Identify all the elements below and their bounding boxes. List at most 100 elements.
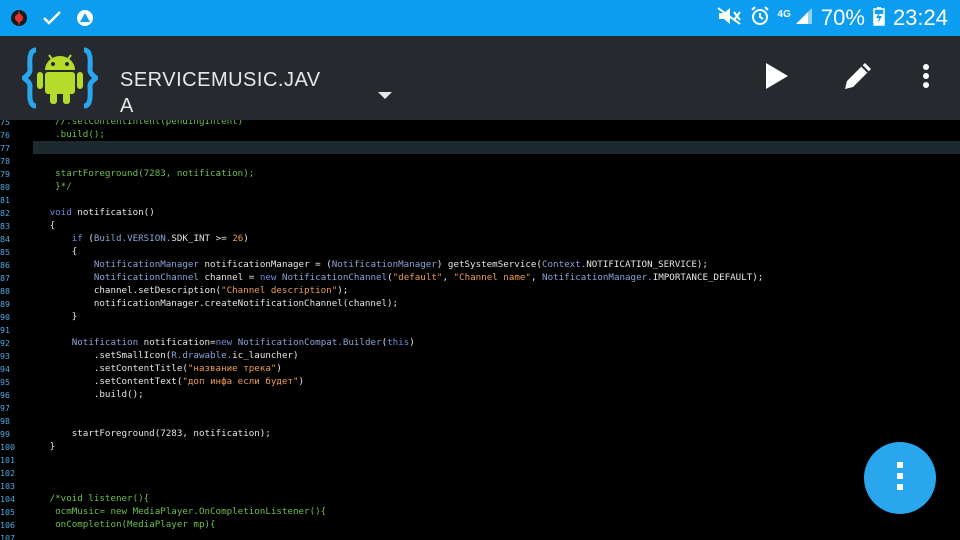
line-number: 97 [0, 403, 10, 413]
alarm-icon [750, 6, 770, 30]
drive-icon [76, 9, 94, 31]
line-number: 78 [0, 156, 10, 166]
line-number: 103 [0, 481, 15, 491]
code-line: NotificationManager notificationManager … [33, 259, 708, 270]
code-token: } [33, 441, 56, 452]
code-token: NotificationCompat.Builder [237, 337, 382, 348]
more-vert-icon [922, 63, 930, 93]
code-token: //.setContentIntent(pendingIntent) [33, 120, 244, 127]
line-number: 84 [0, 234, 10, 244]
code-token: NotificationManager. [542, 272, 653, 283]
code-token: .setSmallIcon( [33, 350, 172, 361]
line-number: 107 [0, 533, 15, 540]
code-token: SDK_INT >= [171, 233, 233, 244]
code-token: Notification [71, 337, 139, 348]
code-line: if (Build.VERSION.SDK_INT >= 26) [33, 233, 249, 244]
check-icon [42, 9, 62, 31]
dropdown-arrow-icon[interactable] [376, 86, 394, 99]
run-icon [762, 61, 790, 95]
code-token: ) getSystemService( [436, 259, 542, 270]
code-line: Notification notification=new Notificati… [33, 337, 415, 348]
android-logo[interactable] [20, 46, 100, 110]
code-line: .build(); [33, 129, 105, 140]
code-line: /*void listener(){ [33, 493, 150, 504]
code-line: { [33, 220, 56, 231]
code-line: void notification() [33, 207, 155, 218]
app-toolbar: SERVICEMUSIC.JAVA [0, 36, 960, 120]
battery-percent: 70% [820, 5, 865, 30]
app-notification-icon [10, 9, 28, 31]
current-line-highlight [33, 141, 960, 154]
code-token: NOTIFICATION_SERVICE); [586, 259, 708, 270]
code-token: this [387, 337, 410, 348]
overflow-menu-button[interactable] [906, 58, 946, 98]
code-line: ocmMusic= new MediaPlayer.OnCompletionLi… [33, 506, 326, 517]
code-editor[interactable]: 75 //.setContentIntent(pendingIntent) 76 … [0, 120, 960, 540]
clock: 23:24 [892, 5, 948, 30]
code-token: channel.setDescription( [33, 285, 222, 296]
run-button[interactable] [756, 58, 796, 98]
code-token: "Channel description" [221, 285, 338, 296]
code-token: NotificationChannel [281, 272, 388, 283]
signal-icon [795, 7, 813, 29]
line-number: 101 [0, 455, 15, 465]
code-token: startForeground(7283, notification); [33, 428, 271, 439]
code-token: void [49, 207, 72, 218]
line-number: 87 [0, 273, 10, 283]
line-number: 102 [0, 468, 15, 478]
line-number: 75 [0, 120, 10, 127]
line-number: 98 [0, 416, 10, 426]
line-number: 89 [0, 299, 10, 309]
code-line: channel.setDescription("Channel descript… [33, 285, 348, 296]
line-number: 105 [0, 507, 15, 517]
status-bar: 4G 70% 23:24 [0, 0, 960, 36]
code-token: 26 [232, 233, 244, 244]
code-line: notificationManager.createNotificationCh… [33, 298, 398, 309]
file-title[interactable]: SERVICEMUSIC.JAVA [120, 67, 330, 119]
code-line: { [33, 246, 78, 257]
line-number: 80 [0, 182, 10, 192]
line-number: 92 [0, 338, 10, 348]
line-number: 99 [0, 429, 10, 439]
code-token: new [215, 337, 233, 348]
code-token: "название трека" [187, 363, 277, 374]
line-number: 96 [0, 390, 10, 400]
code-token: R.drawable. [171, 350, 233, 361]
line-number: 106 [0, 520, 15, 530]
line-number: 86 [0, 260, 10, 270]
code-token: ocmMusic= new MediaPlayer.OnCompletionLi… [33, 506, 327, 517]
mute-icon [716, 6, 742, 30]
battery-charging-icon [873, 6, 885, 30]
code-line: onCompletion(MediaPlayer mp){ [33, 519, 215, 530]
code-token: } [33, 311, 78, 322]
code-token: notificationManager.createNotificationCh… [33, 298, 399, 309]
line-number: 104 [0, 494, 15, 504]
line-number: 88 [0, 286, 10, 296]
code-line: }*/ [33, 181, 72, 192]
code-line: startForeground(7283, notification); [33, 428, 271, 439]
code-token: notification() [71, 207, 155, 218]
code-line: startForeground(7283, notification); [33, 168, 254, 179]
floating-action-button[interactable] [864, 442, 936, 514]
code-line: } [33, 441, 56, 452]
line-number: 82 [0, 208, 10, 218]
network-type: 4G [777, 8, 791, 20]
code-token: ( [82, 233, 94, 244]
code-token: .setContentTitle( [33, 363, 188, 374]
code-token: IMPORTANCE_DEFAULT); [652, 272, 764, 283]
code-token: NotificationManager [331, 259, 437, 270]
code-token: ) [243, 233, 249, 244]
code-line: NotificationChannel channel = new Notifi… [33, 272, 763, 283]
more-vert-icon [895, 461, 905, 495]
code-line: //.setContentIntent(pendingIntent) [33, 120, 243, 127]
code-token: NotificationChannel [93, 272, 199, 283]
code-token: NotificationManager [93, 259, 199, 270]
edit-button[interactable] [838, 58, 878, 98]
code-token: "Channel name" [453, 272, 531, 283]
code-token: new [259, 272, 277, 283]
line-number: 79 [0, 169, 10, 179]
